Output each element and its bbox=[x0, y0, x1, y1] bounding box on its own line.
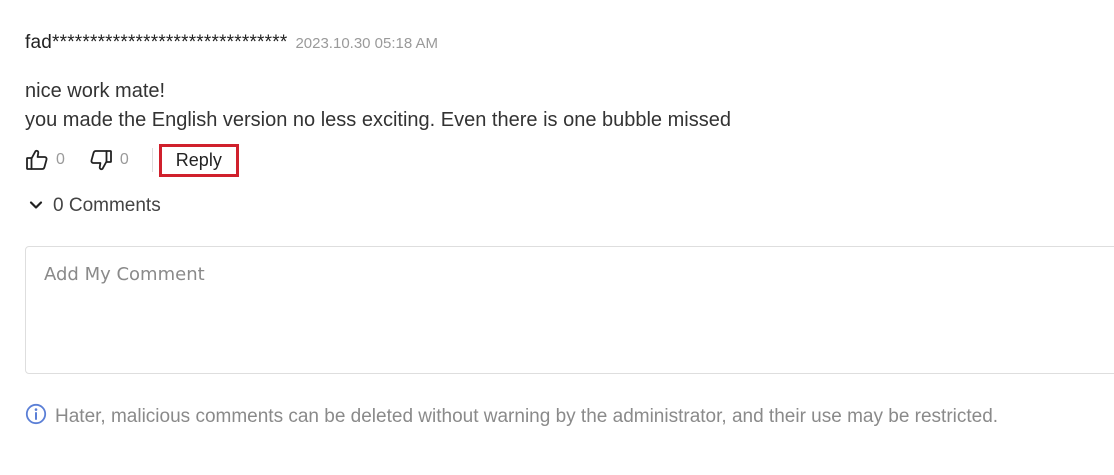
chevron-down-icon bbox=[29, 197, 43, 215]
like-count: 0 bbox=[56, 151, 65, 168]
dislike-count: 0 bbox=[119, 151, 129, 168]
thumbs-up-icon bbox=[25, 148, 49, 172]
comment-input[interactable] bbox=[26, 247, 1114, 373]
comment-line: nice work mate! bbox=[25, 80, 166, 102]
notice-text: Hater, malicious comments can be deleted… bbox=[55, 405, 999, 427]
comment-input-box bbox=[25, 246, 1114, 374]
comment-section: fad******************************* 2023.… bbox=[0, 0, 1114, 475]
moderation-notice: Hater, malicious comments can be deleted… bbox=[25, 403, 998, 430]
thumbs-down-icon bbox=[89, 148, 113, 172]
comments-toggle[interactable]: 0 Comments bbox=[29, 195, 161, 217]
comment-author: fad******************************* bbox=[25, 32, 288, 53]
comments-count-label: 0 Comments bbox=[53, 195, 161, 216]
comment-timestamp: 2023.10.30 05:18 AM bbox=[295, 35, 439, 52]
info-icon bbox=[25, 403, 47, 430]
comment-actions: 0 0 Reply bbox=[25, 140, 239, 180]
dislike-button[interactable]: 0 bbox=[89, 148, 129, 172]
comment-text: nice work mate! you made the English ver… bbox=[25, 77, 731, 135]
actions-divider bbox=[151, 148, 153, 172]
comment-header: fad******************************* 2023.… bbox=[25, 32, 438, 54]
reply-button[interactable]: Reply bbox=[158, 143, 239, 177]
like-button[interactable]: 0 bbox=[25, 148, 65, 172]
comment-line: you made the English version no less exc… bbox=[25, 109, 731, 131]
